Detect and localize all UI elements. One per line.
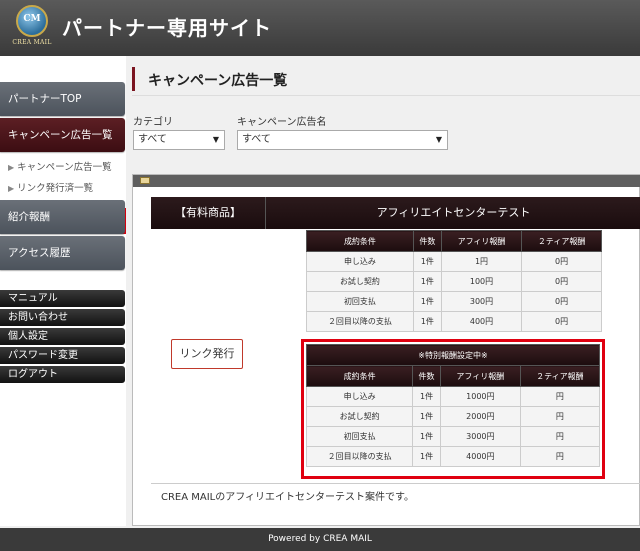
cell-count: 1件 xyxy=(412,446,441,467)
table-row: 申し込み 1件 1000円 円 xyxy=(305,386,601,407)
sidebar-util-logout[interactable]: ログアウト xyxy=(0,366,125,383)
special-table-header: 成約条件 件数 アフィリ報酬 ２ティア報酬 xyxy=(305,365,601,387)
title-divider xyxy=(132,95,640,96)
cell-tier2-reward: 0円 xyxy=(521,291,602,312)
cell-tier2-reward: 円 xyxy=(519,386,601,407)
cell-condition: 申し込み xyxy=(305,386,414,407)
cell-condition: 初回支払 xyxy=(305,426,414,447)
special-reward-table: ※特別報酬設定中※ 成約条件 件数 アフィリ報酬 ２ティア報酬 申し込み 1件 … xyxy=(305,344,601,467)
cell-affiliate-reward: 4000円 xyxy=(439,446,521,467)
cell-count: 1件 xyxy=(412,271,442,292)
cell-condition: ２回目以降の支払 xyxy=(305,446,414,467)
campaign-banner: 【有料商品】 アフィリエイトセンターテスト xyxy=(151,197,640,229)
col-count: 件数 xyxy=(412,230,442,252)
special-reward-title: ※特別報酬設定中※ xyxy=(306,344,600,366)
sidebar: パートナーTOP キャンペーン広告一覧 ▶ キャンペーン広告一覧 ▶ リンク発行済一… xyxy=(0,56,126,526)
cell-tier2-reward: 0円 xyxy=(521,311,602,332)
cell-count: 1件 xyxy=(412,291,442,312)
cell-affiliate-reward: 1円 xyxy=(440,251,523,272)
campaign-name: アフィリエイトセンターテスト xyxy=(376,206,531,219)
footer: Powered by CREA MAIL xyxy=(0,528,640,551)
col-tier2-reward: ２ティア報酬 xyxy=(519,365,601,387)
col-affiliate-reward: アフィリ報酬 xyxy=(440,230,523,252)
cell-tier2-reward: 0円 xyxy=(521,271,602,292)
cell-condition: お試し契約 xyxy=(305,406,414,427)
campaign-type: 【有料商品】 xyxy=(151,197,266,229)
table-row: 初回支払 1件 300円 0円 xyxy=(306,291,602,312)
chevron-down-icon: ▼ xyxy=(435,135,442,144)
cell-affiliate-reward: 2000円 xyxy=(439,406,521,427)
cell-affiliate-reward: 1000円 xyxy=(439,386,521,407)
sidebar-item-referral[interactable]: 紹介報酬 xyxy=(0,200,125,234)
sidebar-item-access-history[interactable]: アクセス履歴 xyxy=(0,236,125,270)
folder-icon xyxy=(140,177,150,184)
sidebar-util-password[interactable]: パスワード変更 xyxy=(0,347,125,364)
sidebar-util-contact[interactable]: お問い合わせ xyxy=(0,309,125,326)
cell-count: 1件 xyxy=(412,386,441,407)
logo[interactable]: CM CREA MAIL xyxy=(10,5,54,51)
cell-condition: 申し込み xyxy=(306,251,414,272)
logo-mark: CM xyxy=(23,14,41,24)
header-bar: CM CREA MAIL パートナー専用サイト xyxy=(0,0,640,56)
cell-count: 1件 xyxy=(412,311,442,332)
table-row: お試し契約 1件 2000円 円 xyxy=(305,406,601,427)
col-condition: 成約条件 xyxy=(305,365,414,387)
reward-table: 成約条件 件数 アフィリ報酬 ２ティア報酬 申し込み 1件 1円 0円 お試し契… xyxy=(306,230,602,332)
cell-count: 1件 xyxy=(412,251,442,272)
link-issue-button[interactable]: リンク発行 xyxy=(171,339,243,369)
table-row: ２回目以降の支払 1件 400円 0円 xyxy=(306,311,602,332)
col-condition: 成約条件 xyxy=(306,230,414,252)
cell-count: 1件 xyxy=(412,426,441,447)
category-label: カテゴリ xyxy=(133,117,173,128)
cell-tier2-reward: 円 xyxy=(519,426,601,447)
campaign-panel: 【有料商品】 アフィリエイトセンターテスト リンク発行 成約条件 件数 アフィリ… xyxy=(132,174,640,526)
col-count: 件数 xyxy=(412,365,441,387)
triangle-right-icon: ▶ xyxy=(8,184,15,193)
table-row: ２回目以降の支払 1件 4000円 円 xyxy=(305,446,601,467)
cell-tier2-reward: 円 xyxy=(519,446,601,467)
cell-condition: お試し契約 xyxy=(306,271,414,292)
category-select[interactable]: すべて ▼ xyxy=(133,130,225,150)
campaign-name-label: キャンペーン広告名 xyxy=(237,117,327,128)
cell-affiliate-reward: 3000円 xyxy=(439,426,521,447)
campaign-select-value: すべて xyxy=(242,134,271,145)
reward-table-header: 成約条件 件数 アフィリ報酬 ２ティア報酬 xyxy=(306,230,602,252)
triangle-right-icon: ▶ xyxy=(8,163,15,172)
cell-affiliate-reward: 300円 xyxy=(440,291,523,312)
cell-condition: 初回支払 xyxy=(306,291,414,312)
special-title-row: ※特別報酬設定中※ xyxy=(306,344,600,366)
sidebar-sub-label: キャンペーン広告一覧 xyxy=(17,162,112,173)
chevron-down-icon: ▼ xyxy=(212,135,219,144)
table-row: 初回支払 1件 3000円 円 xyxy=(305,426,601,447)
col-tier2-reward: ２ティア報酬 xyxy=(521,230,602,252)
cell-tier2-reward: 0円 xyxy=(521,251,602,272)
sidebar-sub-label: リンク発行済一覧 xyxy=(17,183,94,194)
sidebar-util-settings[interactable]: 個人設定 xyxy=(0,328,125,345)
page-title: キャンペーン広告一覧 xyxy=(148,73,288,89)
sidebar-sub-link-issued[interactable]: ▶ リンク発行済一覧 xyxy=(8,180,93,194)
campaign-name-select[interactable]: すべて ▼ xyxy=(237,130,448,150)
col-affiliate-reward: アフィリ報酬 xyxy=(439,365,521,387)
cell-count: 1件 xyxy=(412,406,441,427)
sidebar-item-campaign-list[interactable]: キャンペーン広告一覧 xyxy=(0,118,125,152)
category-select-value: すべて xyxy=(138,134,167,145)
cell-affiliate-reward: 400円 xyxy=(440,311,523,332)
table-row: お試し契約 1件 100円 0円 xyxy=(306,271,602,292)
panel-header xyxy=(133,175,640,187)
table-row: 申し込み 1件 1円 0円 xyxy=(306,251,602,272)
sidebar-sub-campaign-list[interactable]: ▶ キャンペーン広告一覧 xyxy=(8,159,112,173)
cell-tier2-reward: 円 xyxy=(519,406,601,427)
site-title: パートナー専用サイト xyxy=(62,16,272,40)
logo-text: CREA MAIL xyxy=(12,39,52,46)
campaign-description: CREA MAILのアフィリエイトセンターテスト案件です。 xyxy=(151,483,640,511)
cell-affiliate-reward: 100円 xyxy=(440,271,523,292)
sidebar-item-partner-top[interactable]: パートナーTOP xyxy=(0,82,125,116)
cell-condition: ２回目以降の支払 xyxy=(306,311,414,332)
sidebar-util-manual[interactable]: マニュアル xyxy=(0,290,125,307)
logo-emblem: CM xyxy=(16,5,48,37)
